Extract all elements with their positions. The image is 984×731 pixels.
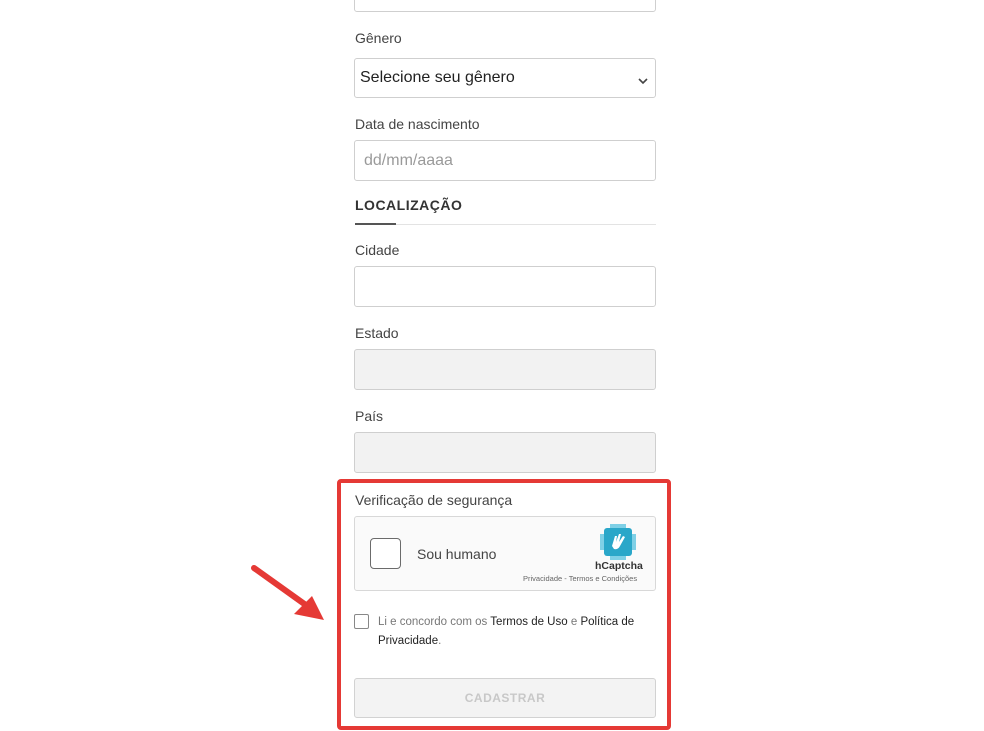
- red-arrow-icon: [248, 562, 328, 624]
- birthdate-placeholder: dd/mm/aaaa: [364, 152, 453, 169]
- country-label: País: [355, 408, 384, 424]
- security-title: Verificação de segurança: [355, 492, 513, 508]
- city-input[interactable]: [354, 266, 656, 307]
- register-button[interactable]: CADASTRAR: [354, 678, 656, 718]
- country-input: [354, 432, 656, 473]
- hcaptcha-footer-links[interactable]: Privacidade - Termos e Condições: [523, 574, 637, 583]
- gender-select[interactable]: Selecione seu gênero: [354, 58, 656, 98]
- hcaptcha-widget: Sou humano hCaptcha Privacidade - Termos…: [354, 516, 656, 591]
- birthdate-input[interactable]: dd/mm/aaaa: [354, 140, 656, 181]
- chevron-down-icon: [637, 73, 649, 85]
- state-label: Estado: [355, 325, 399, 341]
- terms-middle: e: [567, 616, 581, 628]
- state-input: [354, 349, 656, 390]
- terms-suffix: .: [438, 635, 442, 647]
- terms-of-use-link[interactable]: Termos de Uso: [490, 616, 567, 628]
- terms-checkbox[interactable]: [354, 614, 369, 629]
- terms-text: Li e concordo com os Termos de Uso e Pol…: [378, 613, 660, 651]
- section-divider: [355, 224, 656, 225]
- gender-select-value: Selecione seu gênero: [360, 69, 515, 86]
- location-section-title: LOCALIZAÇÃO: [355, 197, 463, 213]
- previous-input-field[interactable]: [354, 0, 656, 12]
- captcha-checkbox[interactable]: [370, 538, 401, 569]
- gender-label: Gênero: [355, 30, 402, 46]
- captcha-checkbox-label: Sou humano: [417, 546, 497, 562]
- hcaptcha-brand: hCaptcha: [595, 560, 643, 572]
- city-label: Cidade: [355, 242, 400, 258]
- terms-prefix: Li e concordo com os: [378, 616, 491, 628]
- birthdate-label: Data de nascimento: [355, 116, 480, 132]
- hcaptcha-logo-icon: [600, 524, 636, 560]
- section-divider-accent: [355, 223, 396, 225]
